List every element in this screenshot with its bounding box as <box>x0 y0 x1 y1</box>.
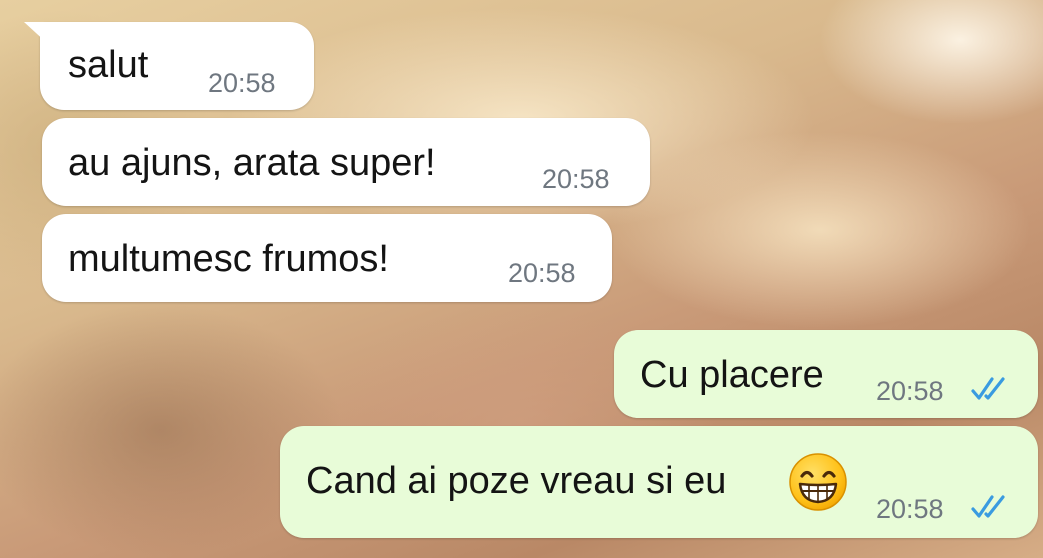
message-text: Cu placere <box>640 354 824 396</box>
message-text: multumesc frumos! <box>68 238 389 280</box>
message-text: Cand ai poze vreau si eu <box>306 460 727 502</box>
double-check-icon <box>971 495 1005 518</box>
message-timestamp: 20:58 <box>542 164 610 194</box>
message-bubble-incoming[interactable]: salut 20:58 <box>40 22 314 110</box>
message-timestamp: 20:58 <box>508 258 576 288</box>
double-check-icon <box>971 377 1005 400</box>
message-bubble-incoming[interactable]: au ajuns, arata super! 20:58 <box>42 118 650 206</box>
message-text: salut <box>68 44 149 86</box>
message-timestamp: 20:58 <box>876 494 944 524</box>
message-timestamp: 20:58 <box>876 376 944 406</box>
message-bubble-incoming[interactable]: multumesc frumos! 20:58 <box>42 214 612 302</box>
bubble-tail <box>24 22 48 44</box>
grinning-face-emoji-icon <box>789 453 847 511</box>
message-text: au ajuns, arata super! <box>68 142 436 184</box>
message-bubble-outgoing[interactable]: Cu placere 20:58 <box>614 330 1038 418</box>
message-timestamp: 20:58 <box>208 68 276 98</box>
message-bubble-outgoing[interactable]: Cand ai poze vreau si eu 20:58 <box>280 426 1038 538</box>
